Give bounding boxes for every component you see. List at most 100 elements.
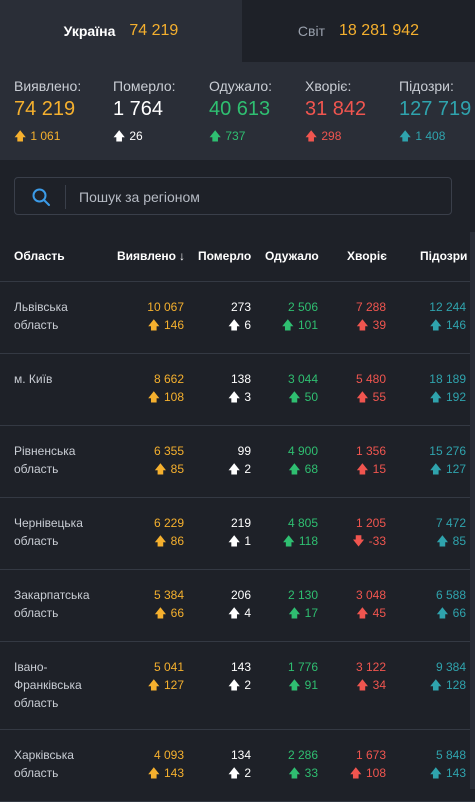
- ill-delta-value: 15: [372, 462, 386, 476]
- cell-ill: 7 288 🡅 39: [356, 298, 386, 334]
- cell-confirmed: 5 041 🡅 127: [148, 658, 184, 694]
- summary-recovered: Одужало: 40 613 🡅 737: [209, 78, 272, 148]
- summary-deaths-value: 1 764: [113, 98, 164, 120]
- tab-world-value: 18 281 942: [339, 22, 420, 39]
- suspected-delta-value: 85: [452, 534, 466, 548]
- table-row[interactable]: Закарпатська область 5 384 🡅 66 206 🡅 4 2 130 🡅 1…: [0, 570, 475, 642]
- arrow-up-icon: 🡅: [147, 390, 160, 404]
- column-deaths[interactable]: Померло: [198, 249, 251, 263]
- confirmed-delta: 🡅 146: [147, 316, 184, 334]
- search-input[interactable]: [77, 178, 441, 216]
- summary-suspected-label: Підозри:: [399, 78, 454, 94]
- arrow-up-icon: 🡅: [227, 318, 241, 332]
- arrow-up-icon: 🡅: [429, 462, 442, 476]
- recovered-value: 2 286: [287, 748, 318, 762]
- arrow-up-icon: 🡅: [429, 390, 442, 404]
- arrow-up-icon: 🡅: [147, 318, 160, 332]
- confirmed-value: 6 355: [153, 444, 184, 458]
- cell-suspected: 15 276 🡅 127: [429, 442, 466, 478]
- arrow-up-icon: 🡅: [154, 606, 167, 620]
- summary-confirmed-delta: 🡅 1 061: [14, 127, 81, 148]
- summary-recovered-delta-value: 737: [225, 129, 246, 143]
- cell-ill: 1 356 🡅 15: [356, 442, 386, 478]
- arrow-up-icon: 🡅: [436, 606, 449, 620]
- cell-ill: 5 480 🡅 55: [356, 370, 386, 406]
- deaths-delta-value: 3: [244, 390, 251, 404]
- summary-ill: Хворіє: 31 842 🡅 298: [305, 78, 366, 148]
- confirmed-value: 5 384: [153, 588, 184, 602]
- column-ill[interactable]: Хворіє: [347, 249, 387, 263]
- recovered-delta-value: 33: [304, 766, 318, 780]
- column-confirmed-label: Виявлено: [117, 249, 176, 263]
- cell-ill: 3 122 🡅 34: [356, 658, 386, 694]
- suspected-delta: 🡅 143: [430, 764, 466, 782]
- confirmed-value: 8 662: [153, 372, 184, 386]
- recovered-delta-value: 68: [304, 462, 318, 476]
- ill-value: 5 480: [355, 372, 386, 386]
- recovered-value: 4 900: [287, 444, 318, 458]
- cell-ill: 1 673 🡅 108: [350, 746, 386, 782]
- tab-ukraine-value: 74 219: [129, 22, 179, 39]
- table-row[interactable]: Львівська область 10 067 🡅 146 273 🡅 6 2 506 🡅 10…: [0, 282, 475, 354]
- ill-value: 7 288: [355, 300, 386, 314]
- recovered-value: 3 044: [287, 372, 318, 386]
- arrow-up-icon: 🡅: [281, 318, 294, 332]
- deaths-value: 138: [230, 372, 251, 386]
- scrollbar[interactable]: [470, 232, 475, 789]
- suspected-value: 9 384: [435, 660, 466, 674]
- summary-deaths-delta-value: 26: [129, 129, 143, 143]
- table-row[interactable]: Івано-Франківська область 5 041 🡅 127 143 🡅 2 1…: [0, 642, 475, 730]
- column-suspected[interactable]: Підозри: [420, 249, 467, 263]
- location-tabs: Україна 74 219 Світ 18 281 942: [0, 0, 475, 62]
- cell-ill: 1 205 🡇 -33: [352, 514, 386, 550]
- ill-delta-value: 108: [365, 766, 386, 780]
- arrow-up-icon: 🡅: [288, 606, 301, 620]
- column-recovered[interactable]: Одужало: [265, 249, 319, 263]
- region-search: [14, 177, 452, 216]
- ill-delta-value: 55: [372, 390, 386, 404]
- cell-recovered: 4 900 🡅 68: [288, 442, 318, 478]
- table-row[interactable]: Харківська область 4 093 🡅 143 134 🡅 2 2 286 🡅 33…: [0, 730, 475, 802]
- table-row[interactable]: м. Київ 8 662 🡅 108 138 🡅 3 3 044 🡅 50 5 480 🡅 55 18 …: [0, 354, 475, 426]
- arrow-up-icon: 🡅: [429, 766, 442, 780]
- arrow-up-icon: 🡅: [356, 606, 369, 620]
- deaths-delta: 🡅 2: [228, 460, 251, 478]
- confirmed-delta-value: 143: [163, 766, 184, 780]
- suspected-delta-value: 128: [445, 678, 466, 692]
- confirmed-delta-value: 66: [170, 606, 184, 620]
- column-region[interactable]: Область: [14, 249, 65, 263]
- arrow-down-icon: 🡇: [352, 534, 365, 548]
- ill-delta-value: 34: [372, 678, 386, 692]
- cell-confirmed: 6 355 🡅 85: [154, 442, 184, 478]
- suspected-delta: 🡅 85: [436, 532, 466, 550]
- arrow-up-icon: 🡅: [227, 606, 241, 620]
- confirmed-delta: 🡅 86: [154, 532, 184, 550]
- arrow-up-icon: 🡅: [288, 766, 301, 780]
- ill-delta: 🡅 108: [350, 764, 386, 782]
- arrow-up-icon: 🡅: [305, 129, 318, 143]
- tab-world[interactable]: Світ 18 281 942: [242, 0, 475, 62]
- search-icon[interactable]: [31, 187, 51, 207]
- table-row[interactable]: Чернівецька область 6 229 🡅 86 219 🡅 1 4 805 🡅 11…: [0, 498, 475, 570]
- arrow-up-icon: 🡅: [288, 462, 301, 476]
- cell-confirmed: 5 384 🡅 66: [154, 586, 184, 622]
- recovered-delta: 🡅 33: [288, 764, 318, 782]
- deaths-value: 134: [230, 748, 251, 762]
- cell-recovered: 2 130 🡅 17: [288, 586, 318, 622]
- cell-suspected: 6 588 🡅 66: [436, 586, 466, 622]
- cell-confirmed: 4 093 🡅 143: [148, 746, 184, 782]
- arrow-up-icon: 🡅: [227, 390, 241, 404]
- ill-value: 3 122: [355, 660, 386, 674]
- tab-ukraine[interactable]: Україна 74 219: [0, 0, 242, 62]
- arrow-up-icon: 🡅: [429, 678, 442, 692]
- arrow-up-icon: 🡅: [227, 678, 241, 692]
- suspected-value: 5 848: [435, 748, 466, 762]
- search-divider: [65, 185, 66, 209]
- column-confirmed[interactable]: Виявлено ↓: [117, 249, 185, 263]
- suspected-delta: 🡅 127: [429, 460, 466, 478]
- ill-delta: 🡅 45: [356, 604, 386, 622]
- recovered-delta: 🡅 118: [283, 532, 318, 550]
- cell-confirmed: 8 662 🡅 108: [148, 370, 184, 406]
- cell-ill: 3 048 🡅 45: [356, 586, 386, 622]
- table-row[interactable]: Рівненська область 6 355 🡅 85 99 🡅 2 4 900 🡅 68 1 …: [0, 426, 475, 498]
